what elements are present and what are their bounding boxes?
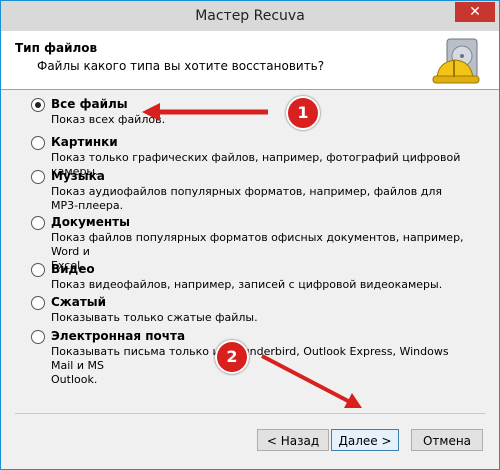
- radio-video[interactable]: [31, 263, 45, 277]
- close-icon: ✕: [469, 4, 481, 20]
- option-description: Показывать только сжатые файлы.: [51, 311, 258, 324]
- option-email[interactable]: Электронная почта Показывать письма толь…: [31, 329, 471, 387]
- radio-pictures[interactable]: [31, 136, 45, 150]
- radio-all-files[interactable]: [31, 98, 45, 112]
- option-music[interactable]: Музыка Показ аудиофайлов популярных форм…: [31, 169, 471, 213]
- option-label: Музыка: [51, 169, 105, 183]
- annotation-badge-2: 2: [215, 340, 249, 374]
- footer-separator: [15, 413, 485, 414]
- option-label: Сжатый: [51, 295, 107, 309]
- close-button[interactable]: ✕: [455, 2, 495, 22]
- option-all-files[interactable]: Все файлы Показ всех файлов.: [31, 97, 471, 127]
- option-label: Документы: [51, 215, 130, 229]
- option-description: Показ файлов популярных форматов офисных…: [51, 231, 464, 258]
- option-label: Картинки: [51, 135, 118, 149]
- option-description-cont: Outlook.: [51, 373, 98, 386]
- radio-email[interactable]: [31, 330, 45, 344]
- option-label: Все файлы: [51, 97, 128, 111]
- recuva-wizard-window: Мастер Recuva ✕ Тип файлов Файлы какого …: [0, 0, 500, 470]
- annotation-badge-1: 1: [286, 96, 320, 130]
- window-title: Мастер Recuva: [195, 8, 305, 24]
- option-compressed[interactable]: Сжатый Показывать только сжатые файлы.: [31, 295, 471, 325]
- option-description: Показ аудиофайлов популярных форматов, н…: [51, 185, 442, 198]
- cancel-button[interactable]: Отмена: [411, 429, 483, 451]
- option-label: Электронная почта: [51, 329, 186, 343]
- option-description: Показ всех файлов.: [51, 113, 166, 126]
- option-video[interactable]: Видео Показ видеофайлов, например, запис…: [31, 262, 471, 292]
- option-description: Показывать письма только из Thunderbird,…: [51, 345, 449, 372]
- option-description-cont: MP3-плеера.: [51, 199, 124, 212]
- title-bar: Мастер Recuva ✕: [1, 1, 499, 31]
- page-title: Тип файлов: [15, 41, 98, 55]
- wizard-header: Тип файлов Файлы какого типа вы хотите в…: [1, 31, 499, 90]
- option-label: Видео: [51, 262, 95, 276]
- option-description: Показ видеофайлов, например, записей с ц…: [51, 278, 443, 291]
- page-subtitle: Файлы какого типа вы хотите восстановить…: [37, 59, 325, 73]
- back-button[interactable]: < Назад: [257, 429, 329, 451]
- next-button[interactable]: Далее >: [331, 429, 399, 451]
- radio-compressed[interactable]: [31, 296, 45, 310]
- radio-music[interactable]: [31, 170, 45, 184]
- radio-documents[interactable]: [31, 216, 45, 230]
- recuva-drive-helmet-icon: [432, 38, 480, 84]
